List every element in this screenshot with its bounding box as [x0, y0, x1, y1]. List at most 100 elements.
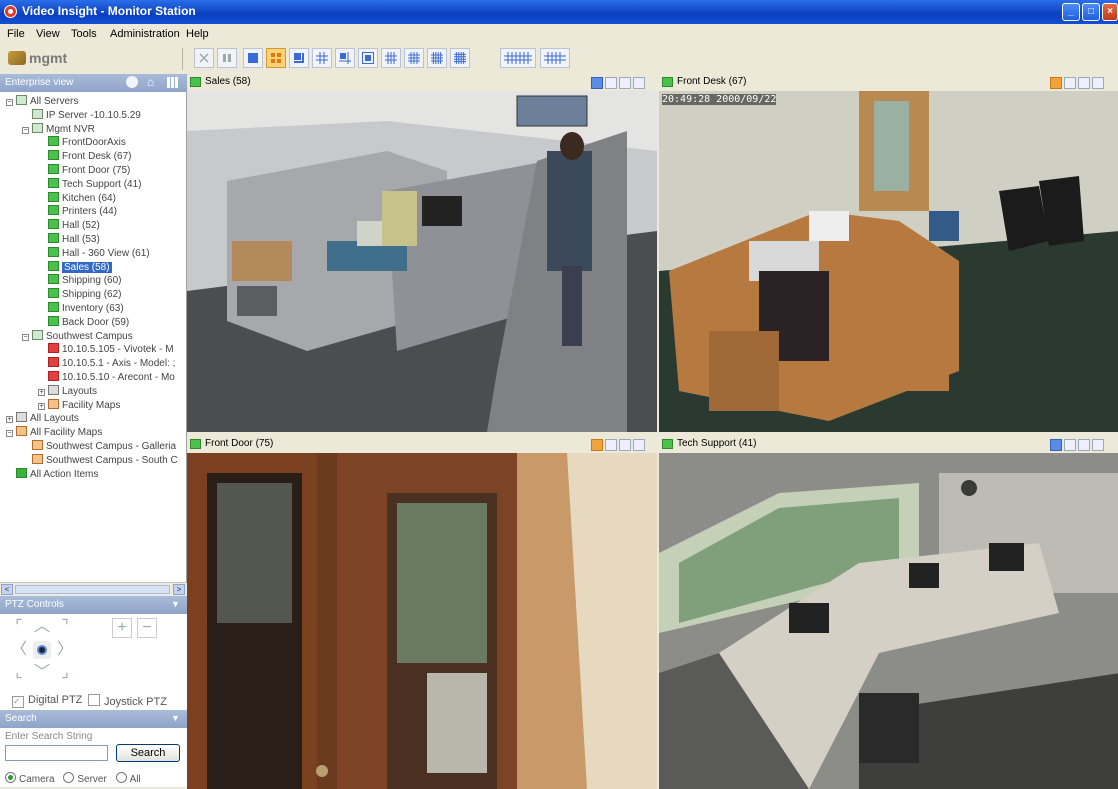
pane-close-button[interactable]	[1092, 439, 1104, 451]
pane-select-button[interactable]	[591, 77, 603, 89]
tree-node[interactable]: Southwest Campus - Galleria	[22, 440, 176, 453]
layout-1x1-button[interactable]	[243, 48, 263, 68]
tree-horizontal-scrollbar[interactable]: < >	[0, 582, 187, 597]
camera-pane-front-desk[interactable]: Front Desk (67) 20:49:28 2000/09/22	[657, 74, 1118, 432]
zoom-in-icon[interactable]: +	[112, 618, 132, 638]
pane-layout-button[interactable]	[605, 439, 617, 451]
pane-popout-button[interactable]	[619, 439, 631, 451]
camera-pane-front-door[interactable]: Front Door (75)	[187, 434, 657, 789]
minimize-button[interactable]: _	[1062, 3, 1080, 21]
menu-help[interactable]: Help	[186, 28, 209, 40]
camera-view-front-desk[interactable]: 20:49:28 2000/09/22	[659, 91, 1118, 432]
menu-tools[interactable]: Tools	[71, 28, 97, 40]
camera-view-sales[interactable]	[187, 91, 657, 432]
enterprise-tree[interactable]: − All Servers IP Server -10.10.5.29 − Mgmt N…	[0, 92, 187, 582]
pane-layout-button[interactable]	[1064, 77, 1076, 89]
search-header[interactable]: Search ▼	[0, 710, 187, 728]
layout-5x5-button[interactable]	[450, 48, 470, 68]
ptz-up-icon[interactable]: ︿	[33, 618, 51, 636]
zoom-out-icon[interactable]: −	[137, 618, 157, 638]
layout-3x3-button[interactable]	[312, 48, 332, 68]
tree-node[interactable]: Sales (58)	[38, 260, 112, 274]
collapse-icon[interactable]: −	[6, 99, 13, 106]
pane-popout-button[interactable]	[1078, 77, 1090, 89]
pane-select-button[interactable]	[1050, 439, 1062, 451]
layout-2x2-button[interactable]	[266, 48, 286, 68]
tree-node[interactable]: Hall (52)	[38, 219, 100, 232]
collapse-icon[interactable]: −	[22, 333, 29, 341]
menu-file[interactable]: File	[7, 28, 25, 40]
layout-1plus12-button[interactable]	[358, 48, 378, 68]
joystick-ptz-check-icon[interactable]	[88, 694, 100, 706]
expand-icon[interactable]: +	[38, 402, 45, 410]
pane-close-button[interactable]	[633, 439, 645, 451]
pane-select-button[interactable]	[1050, 77, 1062, 89]
digital-ptz-check-icon[interactable]: ✓	[12, 696, 24, 708]
ptz-down-right-icon[interactable]: ⌟	[56, 664, 74, 682]
layout-wide2-button[interactable]	[540, 48, 570, 68]
search-button[interactable]: Search	[116, 744, 180, 762]
expand-icon[interactable]: +	[6, 416, 13, 424]
tree-node[interactable]: Shipping (62)	[38, 288, 121, 301]
camera-view-tech-support[interactable]	[659, 453, 1118, 789]
tree-node[interactable]: FrontDoorAxis	[38, 136, 126, 149]
menu-administration[interactable]: Administration	[110, 28, 180, 40]
chevron-down-icon[interactable]: ▼	[171, 599, 180, 609]
pane-layout-button[interactable]	[605, 77, 617, 89]
layout-1plus7-button[interactable]	[335, 48, 355, 68]
ptz-up-left-icon[interactable]: ⌜	[10, 618, 28, 636]
pane-layout-button[interactable]	[1064, 439, 1076, 451]
layout-fullscreen-button[interactable]	[194, 48, 214, 68]
search-input[interactable]	[5, 745, 108, 761]
group-selector[interactable]: mgmt	[8, 50, 67, 66]
ptz-up-right-icon[interactable]: ⌝	[56, 618, 74, 636]
collapse-icon[interactable]: −	[22, 126, 29, 134]
camera-view-front-door[interactable]	[187, 453, 657, 789]
globe-icon[interactable]	[126, 76, 138, 88]
home-icon[interactable]: ⌂	[147, 76, 154, 88]
tree-node[interactable]: Hall - 360 View (61)	[38, 246, 150, 260]
pane-close-button[interactable]	[633, 77, 645, 89]
ptz-controls-header[interactable]: PTZ Controls ▼	[0, 596, 187, 614]
scroll-right-arrow[interactable]: >	[173, 584, 185, 595]
tree-node[interactable]: Hall (53)	[38, 233, 100, 246]
tree-node[interactable]: + All Layouts	[6, 412, 79, 425]
tree-node[interactable]: Inventory (63)	[38, 302, 124, 315]
tree-node[interactable]: Front Desk (67)	[38, 150, 131, 163]
tree-node[interactable]: + Facility Maps	[38, 398, 120, 412]
digital-ptz-checkbox[interactable]: ✓ Digital PTZ	[12, 694, 82, 708]
tree-node[interactable]: − Southwest Campus	[22, 329, 133, 343]
scroll-left-arrow[interactable]: <	[1, 584, 13, 595]
radio-all-icon[interactable]	[115, 772, 127, 783]
tree-node[interactable]: 10.10.5.10 - Arecont - Mo	[38, 371, 175, 384]
radio-camera[interactable]: Camera	[5, 772, 55, 785]
radio-server-icon[interactable]	[63, 772, 75, 783]
tree-node[interactable]: IP Server -10.10.5.29	[22, 108, 141, 122]
close-button[interactable]: ×	[1102, 3, 1118, 21]
layout-4x4-button[interactable]	[404, 48, 424, 68]
tree-node[interactable]: − Mgmt NVR	[22, 122, 95, 136]
tree-node[interactable]: − All Facility Maps	[6, 426, 102, 439]
layout-5x4-button[interactable]	[427, 48, 447, 68]
tree-node[interactable]: Southwest Campus - South C	[22, 453, 178, 467]
tree-node[interactable]: + Layouts	[38, 384, 97, 398]
tree-node[interactable]: 10.10.5.105 - Vivotek - M	[38, 343, 174, 356]
camera-pane-tech-support[interactable]: Tech Support (41)	[657, 434, 1118, 789]
tree-node[interactable]: Front Door (75)	[38, 164, 130, 177]
tree-node[interactable]: Shipping (60)	[38, 274, 121, 287]
tree-node[interactable]: All Action Items	[6, 467, 98, 481]
layout-4x3-button[interactable]	[381, 48, 401, 68]
camera-pane-sales[interactable]: Sales (58)	[187, 74, 657, 432]
layout-pause-button[interactable]	[217, 48, 237, 68]
ptz-right-icon[interactable]: 〉	[56, 641, 74, 659]
tree-node[interactable]: Printers (44)	[38, 205, 117, 218]
ptz-center-camera-icon[interactable]	[33, 641, 51, 659]
grid-view-icon[interactable]	[167, 77, 178, 88]
layout-wide-button[interactable]	[500, 48, 536, 68]
ptz-down-icon[interactable]: ﹀	[33, 664, 51, 682]
pane-select-button[interactable]	[591, 439, 603, 451]
expand-icon[interactable]: +	[38, 388, 45, 396]
collapse-icon[interactable]: −	[6, 430, 13, 438]
pane-popout-button[interactable]	[619, 77, 631, 89]
joystick-ptz-checkbox[interactable]: Joystick PTZ	[88, 694, 167, 708]
